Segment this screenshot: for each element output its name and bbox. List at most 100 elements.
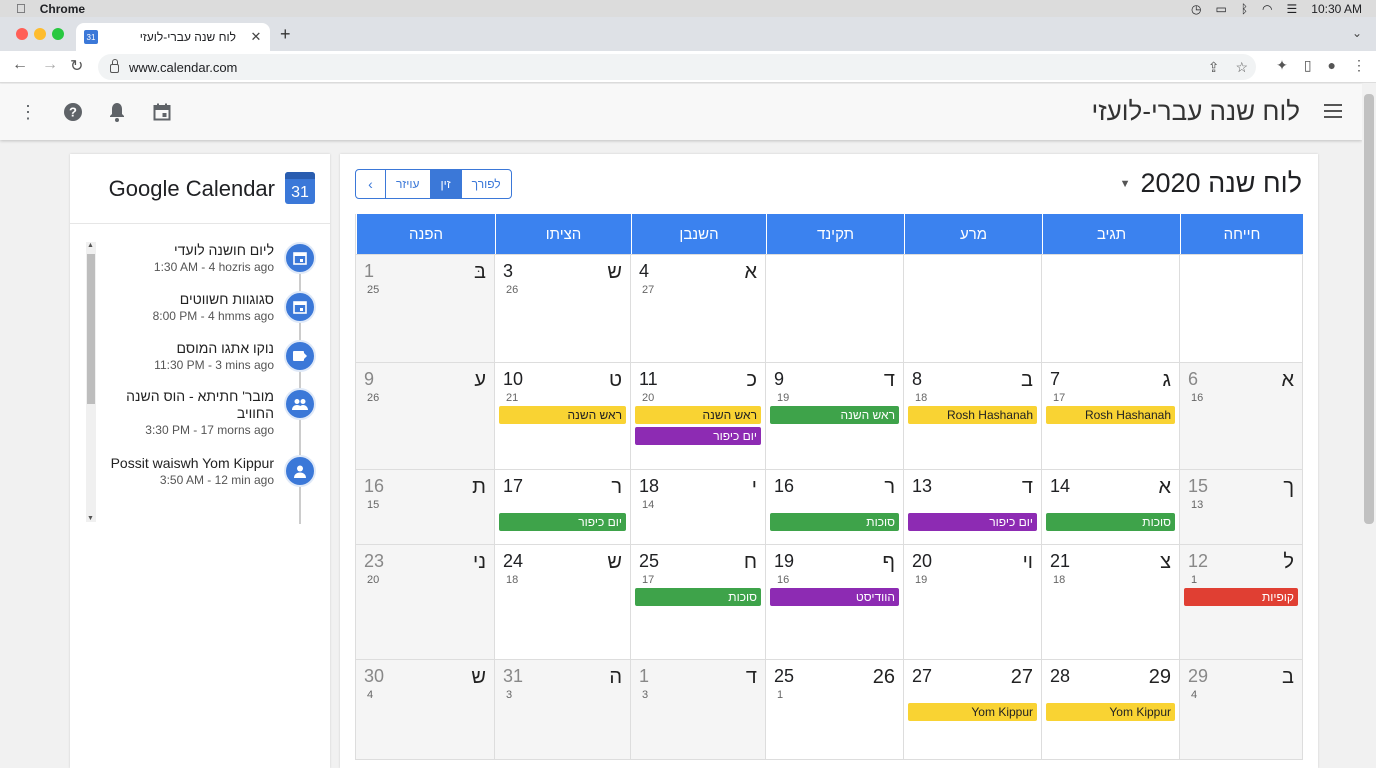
share-icon[interactable]: ⇪ [1208, 59, 1220, 76]
day-cell[interactable]: ב 29 4 [1180, 659, 1303, 759]
apple-icon[interactable]:  [16, 1, 26, 16]
event-chip[interactable]: יום כיפור [635, 427, 761, 445]
dropdown-caret-icon[interactable]: ▼ [1120, 178, 1131, 190]
view-option-active[interactable]: זין [430, 170, 462, 198]
day-cell[interactable]: ב 8 18 Rosh Hashanah [904, 362, 1042, 469]
minimize-window-button[interactable] [34, 28, 46, 40]
event-chip[interactable]: סוכות [635, 588, 761, 606]
day-cell[interactable]: ר 16 סוכות [766, 469, 904, 544]
day-cell[interactable]: 26 25 1 [766, 659, 904, 759]
event-chip[interactable]: ראש השנה [770, 406, 899, 424]
day-cell[interactable]: וי 20 19 [904, 544, 1042, 659]
event-chip[interactable]: Yom Kippur [908, 703, 1037, 721]
event-chip[interactable]: ראש השנה [635, 406, 761, 424]
extensions-icon[interactable]: ✦ [1276, 57, 1288, 74]
day-cell[interactable]: ני 23 20 [356, 544, 495, 659]
clock-icon[interactable]: ◷ [1191, 2, 1201, 16]
day-cell[interactable] [766, 254, 904, 362]
maximize-window-button[interactable] [52, 28, 64, 40]
browser-tab-bar: 31 לוח שנה עברי-לועזי ✕ + ⌄ [0, 17, 1376, 51]
page-scrollbar-thumb[interactable] [1364, 94, 1374, 524]
chevron-left-icon[interactable]: ‹ [356, 170, 386, 198]
chrome-menu-icon[interactable]: ⋮ [1352, 57, 1366, 74]
notification-item[interactable]: מובר' חתיתא - הוס השנה החוויב 3:30 PM - 1… [86, 388, 316, 437]
day-cell[interactable]: ד 13 יום כיפור [904, 469, 1042, 544]
scroll-down-arrow-icon[interactable]: ▼ [87, 515, 94, 522]
day-cell[interactable]: 27 27 Yom Kippur [904, 659, 1042, 759]
address-bar[interactable]: www.calendar.com ⇪ ☆ [98, 54, 1256, 80]
day-cell[interactable]: ף 19 16 הוודיסט [766, 544, 904, 659]
day-cell[interactable]: י 18 14 [631, 469, 766, 544]
day-cell[interactable]: צ 21 18 [1042, 544, 1180, 659]
day-cell[interactable]: א 14 סוכות [1042, 469, 1180, 544]
notification-item[interactable]: ליום חושנה לועדי 1:30 AM - 4 hozris ago [86, 242, 316, 274]
new-tab-button[interactable]: + [280, 24, 291, 45]
browser-tab[interactable]: 31 לוח שנה עברי-לועזי ✕ [76, 23, 270, 51]
event-chip[interactable]: הוודיסט [770, 588, 899, 606]
day-cell[interactable]: ש 24 18 [495, 544, 631, 659]
event-chip[interactable]: Rosh Hashanah [1046, 406, 1175, 424]
control-center-icon[interactable]: ☰ [1287, 2, 1298, 16]
day-cell[interactable]: ש 30 4 [356, 659, 495, 759]
mac-clock[interactable]: 10:30 AM [1311, 2, 1362, 16]
day-cell[interactable]: בּ 1 25 [356, 254, 495, 362]
side-panel-icon[interactable]: ▯ [1304, 57, 1312, 74]
mac-app-name[interactable]: Chrome [40, 2, 85, 16]
day-cell[interactable]: ך 15 13 [1180, 469, 1303, 544]
event-chip[interactable]: קופיות [1184, 588, 1298, 606]
tab-search-icon[interactable]: ⌄ [1352, 26, 1362, 40]
close-window-button[interactable] [16, 28, 28, 40]
calendar-today-icon[interactable] [151, 101, 173, 123]
day-cell[interactable] [1042, 254, 1180, 362]
day-cell[interactable]: ש 3 26 [495, 254, 631, 362]
back-icon[interactable]: ← [12, 56, 28, 74]
day-cell[interactable]: כ 11 20 ראש השנה יום כיפור [631, 362, 766, 469]
help-icon[interactable]: ? [62, 101, 84, 123]
profile-avatar-icon[interactable]: ● [1328, 57, 1336, 74]
day-cell[interactable]: ע 9 26 [356, 362, 495, 469]
wifi-icon[interactable]: ◠ [1262, 2, 1272, 16]
event-chip[interactable]: סוכות [1046, 513, 1175, 531]
notifications-bell-icon[interactable] [106, 101, 128, 123]
day-cell[interactable]: ג 7 17 Rosh Hashanah [1042, 362, 1180, 469]
event-chip[interactable]: סוכות [770, 513, 899, 531]
event-chip[interactable]: Yom Kippur [1046, 703, 1175, 721]
calendar-year-selector[interactable]: לוח שנה 2020 ▼ [1120, 168, 1302, 199]
day-cell[interactable]: ל 12 1 קופיות [1180, 544, 1303, 659]
tab-close-icon[interactable]: ✕ [248, 29, 264, 45]
page-scrollbar[interactable] [1362, 84, 1376, 768]
sidebar-scrollbar-thumb[interactable] [87, 254, 95, 404]
day-cell[interactable]: א 6 16 [1180, 362, 1303, 469]
forward-icon[interactable]: → [42, 56, 58, 74]
day-cell[interactable]: ר 17 יום כיפור [495, 469, 631, 544]
hamburger-menu-icon[interactable] [1324, 104, 1342, 122]
day-cell[interactable]: ה 31 3 [495, 659, 631, 759]
bluetooth-icon[interactable]: ᛒ [1241, 2, 1248, 16]
day-cell[interactable]: ת 16 15 [356, 469, 495, 544]
gregorian-date: 28 [1050, 666, 1071, 686]
gregorian-date: 13 [912, 476, 933, 496]
event-chip[interactable]: ראש השנה [499, 406, 626, 424]
day-cell[interactable] [904, 254, 1042, 362]
day-cell[interactable]: 29 28 Yom Kippur [1042, 659, 1180, 759]
day-cell[interactable]: ד 9 19 ראש השנה [766, 362, 904, 469]
view-option[interactable]: עויזר [386, 170, 431, 198]
battery-icon[interactable]: ▭ [1216, 2, 1227, 16]
bookmark-star-icon[interactable]: ☆ [1235, 59, 1248, 76]
notification-item[interactable]: סגוגוות חשווטים 8:00 PM - 4 hmms ago [86, 291, 316, 323]
day-cell[interactable]: ח 25 17 סוכות [631, 544, 766, 659]
notification-item[interactable]: Possit waiswh Yom Kippur 3:50 AM - 12 min… [86, 455, 316, 487]
day-cell[interactable]: א 4 27 [631, 254, 766, 362]
day-cell[interactable]: ד 1 3 [631, 659, 766, 759]
view-option[interactable]: לפורך [462, 170, 511, 198]
event-chip[interactable]: Rosh Hashanah [908, 406, 1037, 424]
notification-item[interactable]: נוקו אתגו המוסם 11:30 PM - 3 mins ago [86, 340, 316, 372]
day-cell[interactable]: ט 10 21 ראש השנה [495, 362, 631, 469]
more-options-icon[interactable]: ⋮ [17, 101, 39, 123]
url-text[interactable]: www.calendar.com [129, 60, 237, 75]
event-chip[interactable]: יום כיפור [908, 513, 1037, 531]
reload-icon[interactable]: ↻ [70, 56, 83, 76]
lock-icon[interactable] [110, 58, 119, 73]
event-chip[interactable]: יום כיפור [499, 513, 626, 531]
day-cell[interactable] [1180, 254, 1303, 362]
